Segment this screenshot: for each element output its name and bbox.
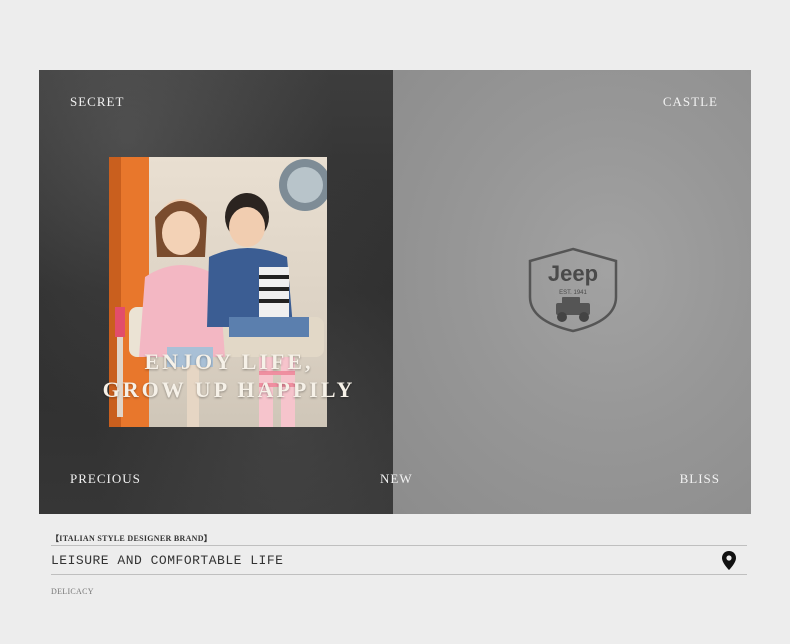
brand-tag: 【ITALIAN STYLE DESIGNER BRAND】	[51, 534, 213, 543]
footer-subtitle: DELICACY	[51, 587, 94, 596]
location-pin-icon	[722, 551, 736, 570]
footer-title: LEISURE AND COMFORTABLE LIFE	[51, 553, 284, 568]
headline-line-2: GROW UP HAPPILY	[102, 377, 356, 402]
logo-tagline-text: EST. 1941	[559, 290, 587, 296]
headline: ENJOY LIFE, GROW UP HAPPILY	[89, 348, 369, 404]
divider-bottom	[51, 574, 747, 575]
label-castle: CASTLE	[662, 94, 718, 109]
jeep-badge-icon: Jeep EST. 1941	[528, 247, 618, 333]
logo-brand-text: Jeep	[548, 261, 598, 286]
label-precious: PRECIOUS	[70, 471, 141, 486]
label-bliss: BLISS	[679, 471, 720, 486]
headline-line-1: ENJOY LIFE,	[144, 349, 314, 374]
label-new: NEW	[380, 471, 413, 486]
divider-top	[51, 545, 747, 546]
hero-banner: SECRET CASTLE PRECIOUS NEW BLISS ENJOY L…	[39, 70, 751, 514]
label-secret: SECRET	[70, 94, 125, 109]
jeep-vehicle-icon	[556, 297, 590, 322]
